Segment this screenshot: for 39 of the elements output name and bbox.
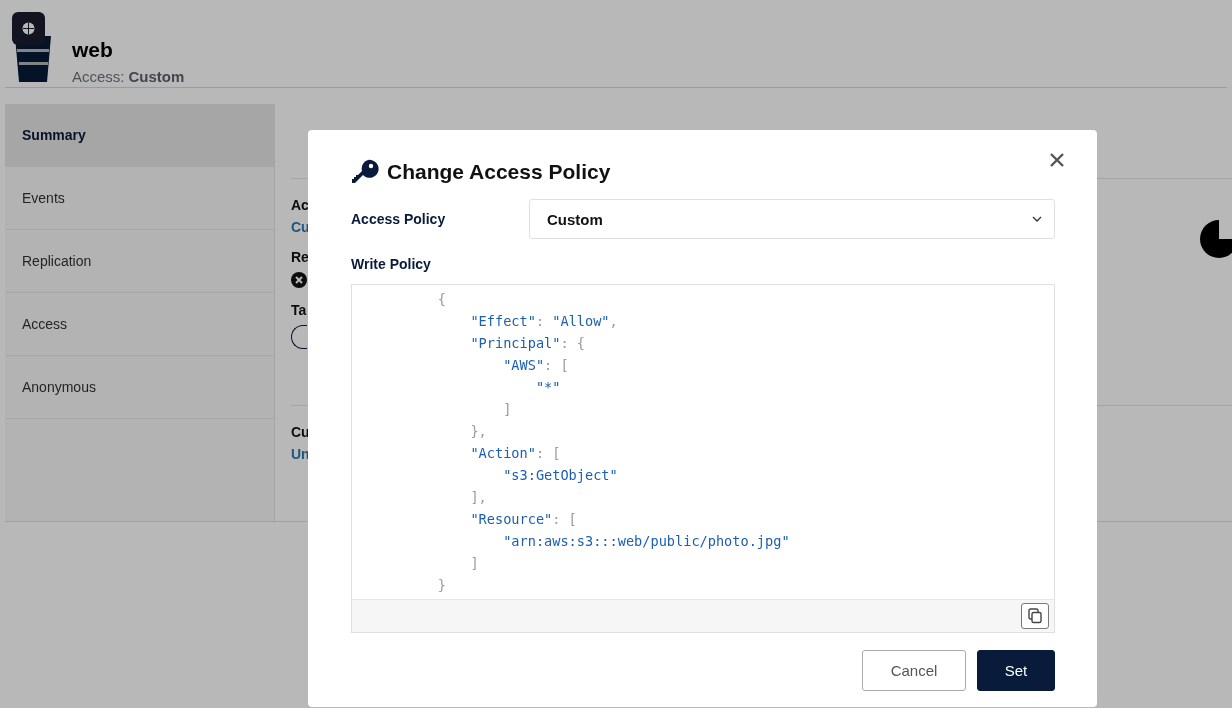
code-line: ],	[469, 488, 488, 507]
sidebar-item[interactable]: Anonymous	[5, 356, 274, 419]
write-policy-label: Write Policy	[351, 256, 432, 272]
code-line: "arn:aws:s3:::web/public/photo.jpg"	[502, 532, 791, 551]
dialog-title: Change Access Policy	[387, 160, 611, 184]
pie-chart-icon	[1200, 220, 1232, 258]
sidebar-item[interactable]: Replication	[5, 230, 274, 293]
sidebar-item[interactable]: Summary	[5, 104, 274, 167]
code-line: }	[436, 576, 447, 595]
code-line: "Action": [	[469, 444, 562, 463]
copy-icon	[1028, 608, 1042, 624]
access-label: Ac	[291, 197, 309, 213]
code-editor[interactable]: { "Effect": "Allow", "Principal": { "AWS": [ "*" ] }, "Action": [ "s3:GetObject" ], "Resource": [ "arn:aws:s3:::web/public/photo.jpg" ] }	[351, 284, 1055, 633]
code-line: "Principal": {	[469, 334, 586, 353]
code-line: ]	[469, 554, 480, 573]
replication-label: Re	[291, 249, 309, 265]
bucket-name: web	[72, 38, 114, 62]
access-policy-label: Access Policy	[351, 211, 447, 227]
sidebar-item[interactable]: Events	[5, 167, 274, 230]
access-policy-select[interactable]: Custom	[529, 199, 1055, 239]
tags-label: Ta	[291, 302, 307, 318]
bucket-icon	[12, 12, 54, 84]
code-line: "s3:GetObject"	[502, 466, 619, 485]
access-label: Access:	[72, 68, 125, 85]
copy-button[interactable]	[1021, 603, 1049, 629]
code-line: ]	[502, 400, 513, 419]
code-line: },	[469, 422, 488, 441]
access-value: Custom	[128, 68, 185, 85]
close-icon[interactable]	[1049, 152, 1065, 168]
set-button[interactable]: Set	[977, 650, 1055, 691]
sidebar-item[interactable]: Access	[5, 293, 274, 356]
code-line: {	[436, 290, 447, 309]
cancel-button[interactable]: Cancel	[862, 650, 966, 691]
key-icon	[351, 158, 379, 186]
chevron-down-icon	[1032, 216, 1042, 222]
code-line: "Resource": [	[469, 510, 578, 529]
code-line: "*"	[534, 378, 562, 397]
code-line: "Effect": "Allow",	[469, 312, 619, 331]
code-line: "AWS": [	[502, 356, 570, 375]
